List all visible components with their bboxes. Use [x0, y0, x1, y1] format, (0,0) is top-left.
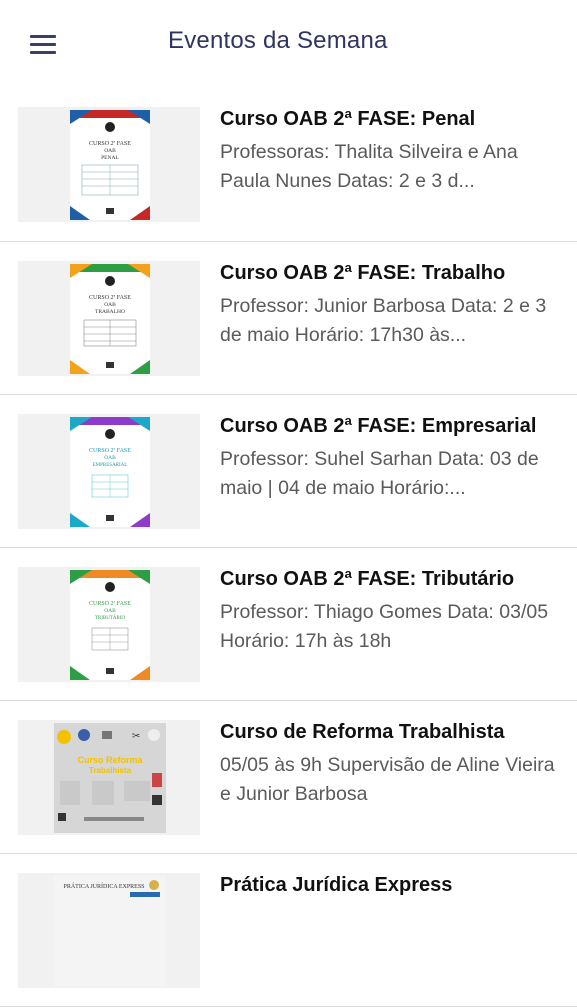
poster-heading-text: Curso Reforma — [77, 755, 143, 765]
list-item[interactable]: CURSO 2ª FASE OAB PENAL Curso OAB 2ª FAS… — [0, 88, 577, 242]
event-title: Curso OAB 2ª FASE: Trabalho — [220, 262, 506, 284]
poster-subject-text: TRIBUTÁRIO — [95, 615, 126, 621]
list-item[interactable]: PRÁTICA JURÍDICA EXPRESS Prática Jurídic… — [0, 854, 577, 1007]
event-poster-image: CURSO 2ª FASE OAB PENAL — [70, 110, 150, 220]
event-poster-image: PRÁTICA JURÍDICA EXPRESS — [54, 876, 166, 986]
event-poster-image: CURSO 2ª FASE OAB EMPRESARIAL — [70, 417, 150, 527]
poster-heading-text: CURSO 2ª FASE — [89, 141, 131, 147]
event-thumbnail: CURSO 2ª FASE OAB TRABALHO — [18, 261, 200, 376]
poster-sub-text: OAB — [104, 148, 116, 154]
event-poster-image: ✂ Curso Reforma Trabalhista — [54, 723, 166, 833]
list-item[interactable]: CURSO 2ª FASE OAB TRABALHO Curso OAB 2ª … — [0, 242, 577, 395]
app-bar: Eventos da Semana — [0, 0, 577, 88]
poster-heading-text: CURSO 2ª FASE — [89, 601, 131, 607]
hamburger-menu-icon[interactable] — [26, 33, 60, 57]
event-thumbnail: CURSO 2ª FASE OAB EMPRESARIAL — [18, 414, 200, 529]
event-description: Professor: Thiago Gomes Data: 03/05 Horá… — [220, 601, 549, 652]
poster-subject-text: EMPRESARIAL — [93, 463, 128, 468]
event-description: Professoras: Thalita Silveira e Ana Paul… — [220, 141, 518, 192]
event-thumbnail: CURSO 2ª FASE OAB PENAL — [18, 107, 200, 222]
poster-subject-text: PENAL — [101, 155, 119, 161]
event-poster-image: CURSO 2ª FASE OAB TRIBUTÁRIO — [70, 570, 150, 680]
event-title: Curso de Reforma Trabalhista — [220, 721, 505, 743]
event-thumbnail: ✂ Curso Reforma Trabalhista — [18, 720, 200, 835]
event-thumbnail: CURSO 2ª FASE OAB TRIBUTÁRIO — [18, 567, 200, 682]
event-description: 05/05 às 9h Supervisão de Aline Vieira e… — [220, 754, 555, 805]
list-item[interactable]: CURSO 2ª FASE OAB EMPRESARIAL Curso OAB … — [0, 395, 577, 548]
poster-heading-text: CURSO 2ª FASE — [89, 448, 131, 454]
poster-heading-text: CURSO 2ª FASE — [89, 295, 131, 301]
poster-sub-text: OAB — [104, 608, 116, 614]
event-title: Prática Jurídica Express — [220, 874, 453, 896]
poster-heading-text: PRÁTICA JURÍDICA EXPRESS — [63, 882, 144, 890]
list-item[interactable]: ✂ Curso Reforma Trabalhista Curso de Ref… — [0, 701, 577, 854]
event-description: Professor: Suhel Sarhan Data: 03 de maio… — [220, 448, 539, 499]
page-title: Eventos da Semana — [168, 27, 388, 54]
list-item[interactable]: CURSO 2ª FASE OAB TRIBUTÁRIO Curso OAB 2… — [0, 548, 577, 701]
event-title: Curso OAB 2ª FASE: Penal — [220, 108, 476, 130]
event-title: Curso OAB 2ª FASE: Empresarial — [220, 415, 537, 437]
poster-sub-text: OAB — [104, 455, 116, 461]
svg-text:✂: ✂ — [132, 731, 140, 742]
event-thumbnail: PRÁTICA JURÍDICA EXPRESS — [18, 873, 200, 988]
poster-sub-text: Trabalhista — [89, 766, 132, 775]
poster-subject-text: TRABALHO — [95, 309, 125, 315]
event-description: Professor: Junior Barbosa Data: 2 e 3 de… — [220, 295, 547, 346]
poster-sub-text: OAB — [104, 302, 116, 308]
event-poster-image: CURSO 2ª FASE OAB TRABALHO — [70, 264, 150, 374]
events-list: CURSO 2ª FASE OAB PENAL Curso OAB 2ª FAS… — [0, 88, 577, 1007]
event-title: Curso OAB 2ª FASE: Tributário — [220, 568, 515, 590]
